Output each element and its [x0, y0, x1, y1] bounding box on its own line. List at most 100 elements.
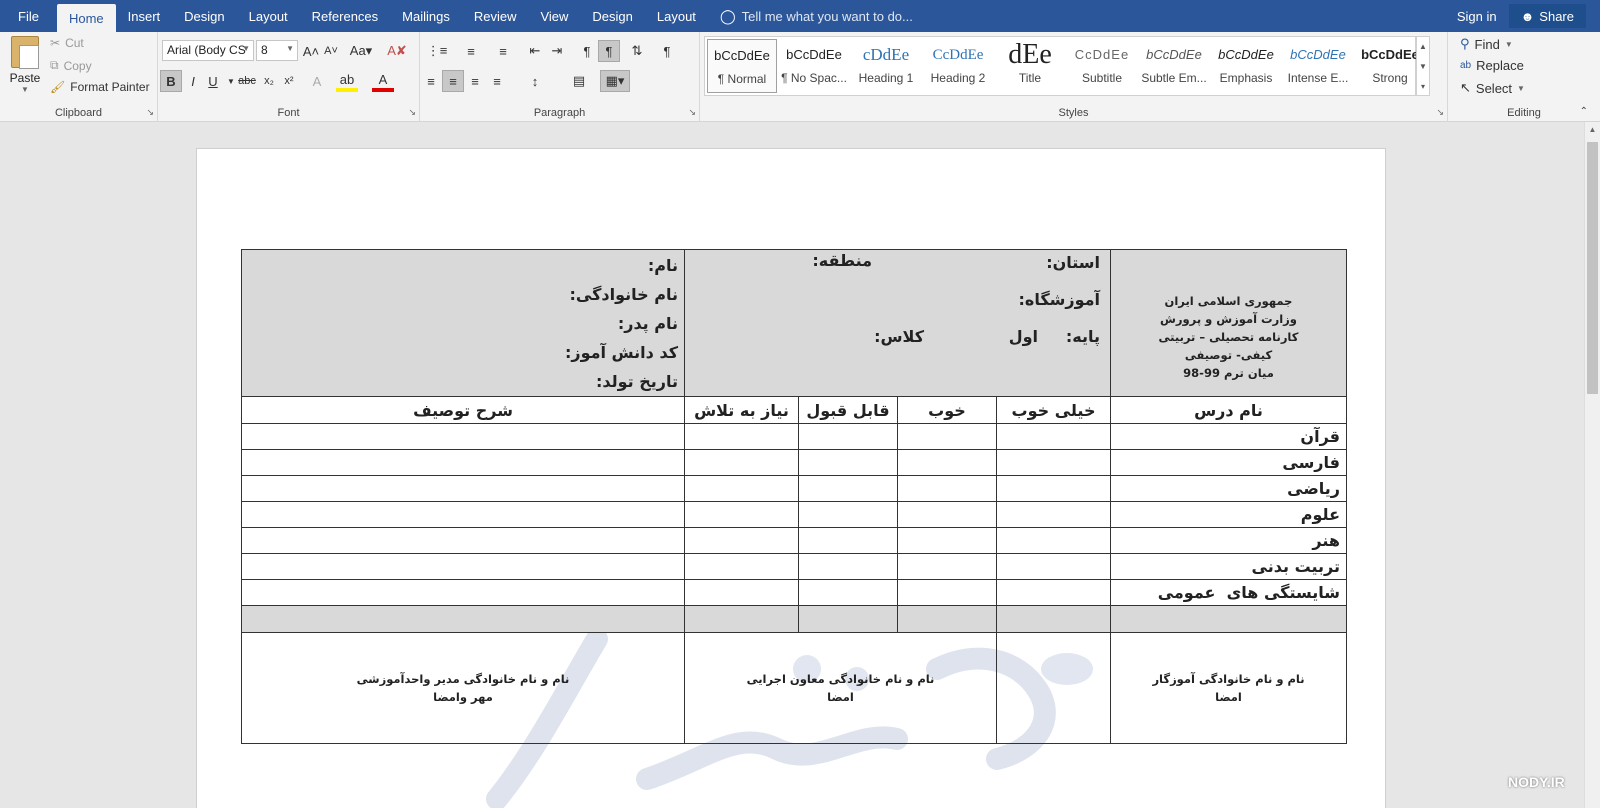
align-center-icon[interactable]: ≡	[442, 70, 464, 92]
grade-cell[interactable]	[798, 553, 898, 580]
multilevel-list-icon[interactable]: ≡	[492, 40, 514, 62]
style-intense-emphasis[interactable]: bCcDdEe Intense E...	[1283, 39, 1353, 93]
copy-button[interactable]: ⧉ Copy	[50, 58, 92, 73]
style-heading-1[interactable]: cDdEe Heading 1	[851, 39, 921, 93]
show-formatting-icon[interactable]: ¶	[656, 40, 678, 62]
style-strong[interactable]: bCcDdEe Strong	[1355, 39, 1425, 93]
grow-font-icon[interactable]: A˄	[300, 40, 322, 62]
styles-launcher-icon[interactable]: ↘	[1436, 107, 1444, 118]
highlight-icon[interactable]: ab	[336, 70, 358, 92]
tab-insert[interactable]: Insert	[116, 0, 173, 32]
description-cell[interactable]	[241, 449, 685, 476]
cut-button[interactable]: ✂ Cut	[50, 36, 84, 50]
teacher-signature-cell[interactable]: نام و نام خانوادگی آموزگار امضا	[1110, 632, 1347, 744]
paragraph-launcher-icon[interactable]: ↘	[688, 107, 696, 118]
style-normal[interactable]: bCcDdEe ¶ Normal	[707, 39, 777, 93]
school-info-cell[interactable]: استان: منطقه: آموزشگاه: پایه: اول کلاس:	[684, 249, 1111, 397]
style-subtle-emphasis[interactable]: bCcDdEe Subtle Em...	[1139, 39, 1209, 93]
strikethrough-icon[interactable]: abc	[236, 70, 258, 92]
grade-cell[interactable]	[996, 475, 1111, 502]
description-cell[interactable]	[241, 501, 685, 528]
tell-me-box[interactable]: ◯ Tell me what you want to do...	[720, 8, 913, 25]
tab-references[interactable]: References	[300, 0, 390, 32]
font-color-icon[interactable]: A	[372, 70, 394, 92]
chevron-up-icon[interactable]: ▲	[1417, 37, 1429, 57]
tab-mailings[interactable]: Mailings	[390, 0, 462, 32]
paste-button[interactable]: Paste ▼	[8, 36, 42, 94]
numbering-icon[interactable]: ≡	[460, 40, 482, 62]
font-family-combo[interactable]: Arial (Body CS ▼	[162, 40, 254, 61]
grade-cell[interactable]	[684, 475, 799, 502]
grade-cell[interactable]	[684, 423, 799, 450]
shaded-cell[interactable]	[684, 605, 799, 633]
clear-formatting-icon[interactable]: A✘	[386, 40, 408, 62]
tab-file[interactable]: File	[0, 0, 57, 32]
shaded-cell[interactable]	[798, 605, 898, 633]
line-spacing-icon[interactable]: ↕	[524, 70, 546, 92]
tab-view[interactable]: View	[528, 0, 580, 32]
increase-indent-icon[interactable]: ⇥	[546, 40, 568, 62]
more-styles-icon[interactable]: ▾	[1417, 77, 1429, 97]
tab-review[interactable]: Review	[462, 0, 529, 32]
grade-cell[interactable]	[684, 579, 799, 606]
rtl-icon[interactable]: ¶	[598, 40, 620, 62]
styles-scroll[interactable]: ▲ ▼ ▾	[1416, 36, 1430, 96]
style-title[interactable]: dEe Title	[995, 39, 1065, 93]
shrink-font-icon[interactable]: A˅	[320, 40, 342, 62]
bullets-icon[interactable]: ⋮≡	[426, 40, 448, 62]
sort-icon[interactable]: ⇅	[626, 40, 648, 62]
grade-cell[interactable]	[798, 475, 898, 502]
subscript-icon[interactable]: x₂	[258, 70, 280, 92]
change-case-icon[interactable]: Aa▾	[346, 40, 376, 62]
shaded-cell[interactable]	[241, 605, 685, 633]
principal-signature-cell[interactable]: نام و نام خانوادگی مدیر واحدآموزشی مهر و…	[241, 632, 685, 744]
grade-cell[interactable]	[684, 501, 799, 528]
style-emphasis[interactable]: bCcDdEe Emphasis	[1211, 39, 1281, 93]
grade-cell[interactable]	[798, 449, 898, 476]
grade-cell[interactable]	[684, 449, 799, 476]
font-launcher-icon[interactable]: ↘	[408, 107, 416, 118]
grade-cell[interactable]	[798, 579, 898, 606]
grade-cell[interactable]	[996, 449, 1111, 476]
justify-icon[interactable]: ≡	[486, 70, 508, 92]
grade-cell[interactable]	[798, 527, 898, 554]
clipboard-launcher-icon[interactable]: ↘	[146, 107, 154, 118]
shading-icon[interactable]: ▤	[568, 70, 590, 92]
bold-icon[interactable]: B	[160, 70, 182, 92]
document-page[interactable]: جمهوری اسلامی ایران وزارت آموزش و پرورش …	[196, 148, 1386, 808]
style-no-spacing[interactable]: bCcDdEe ¶ No Spac...	[779, 39, 849, 93]
borders-icon[interactable]: ▦▾	[600, 70, 630, 92]
grade-cell[interactable]	[996, 579, 1111, 606]
tab-design[interactable]: Design	[172, 0, 236, 32]
grade-cell[interactable]	[897, 553, 997, 580]
collapse-ribbon-icon[interactable]: ⌃	[1580, 106, 1588, 117]
grade-cell[interactable]	[897, 449, 997, 476]
scroll-up-icon[interactable]: ▲	[1585, 122, 1600, 138]
grade-cell[interactable]	[684, 553, 799, 580]
description-cell[interactable]	[241, 553, 685, 580]
description-cell[interactable]	[241, 579, 685, 606]
replace-button[interactable]: ab Replace	[1460, 58, 1524, 73]
style-subtitle[interactable]: CcDdEe Subtitle	[1067, 39, 1137, 93]
sign-in-link[interactable]: Sign in	[1445, 9, 1509, 24]
grade-cell[interactable]	[996, 553, 1111, 580]
shaded-cell[interactable]	[897, 605, 997, 633]
share-button[interactable]: ☻ Share	[1508, 4, 1586, 28]
style-heading-2[interactable]: CcDdEe Heading 2	[923, 39, 993, 93]
grade-cell[interactable]	[996, 501, 1111, 528]
text-effects-icon[interactable]: A	[306, 70, 328, 92]
grade-cell[interactable]	[897, 579, 997, 606]
format-painter-button[interactable]: 🖌 Format Painter	[50, 80, 150, 94]
empty-signature-cell[interactable]	[996, 632, 1111, 744]
student-info-cell[interactable]: نام: نام خانوادگی: نام پدر: کد دانش آموز…	[241, 249, 685, 397]
align-right-icon[interactable]: ≡	[464, 70, 486, 92]
scrollbar-thumb[interactable]	[1587, 142, 1598, 394]
ministry-cell[interactable]: جمهوری اسلامی ایران وزارت آموزش و پرورش …	[1110, 249, 1347, 397]
grade-cell[interactable]	[897, 527, 997, 554]
tab-table-layout[interactable]: Layout	[645, 0, 708, 32]
grade-cell[interactable]	[996, 527, 1111, 554]
select-button[interactable]: ↖ Select ▼	[1460, 80, 1525, 96]
grade-cell[interactable]	[996, 423, 1111, 450]
shaded-cell[interactable]	[996, 605, 1111, 633]
grade-cell[interactable]	[897, 423, 997, 450]
